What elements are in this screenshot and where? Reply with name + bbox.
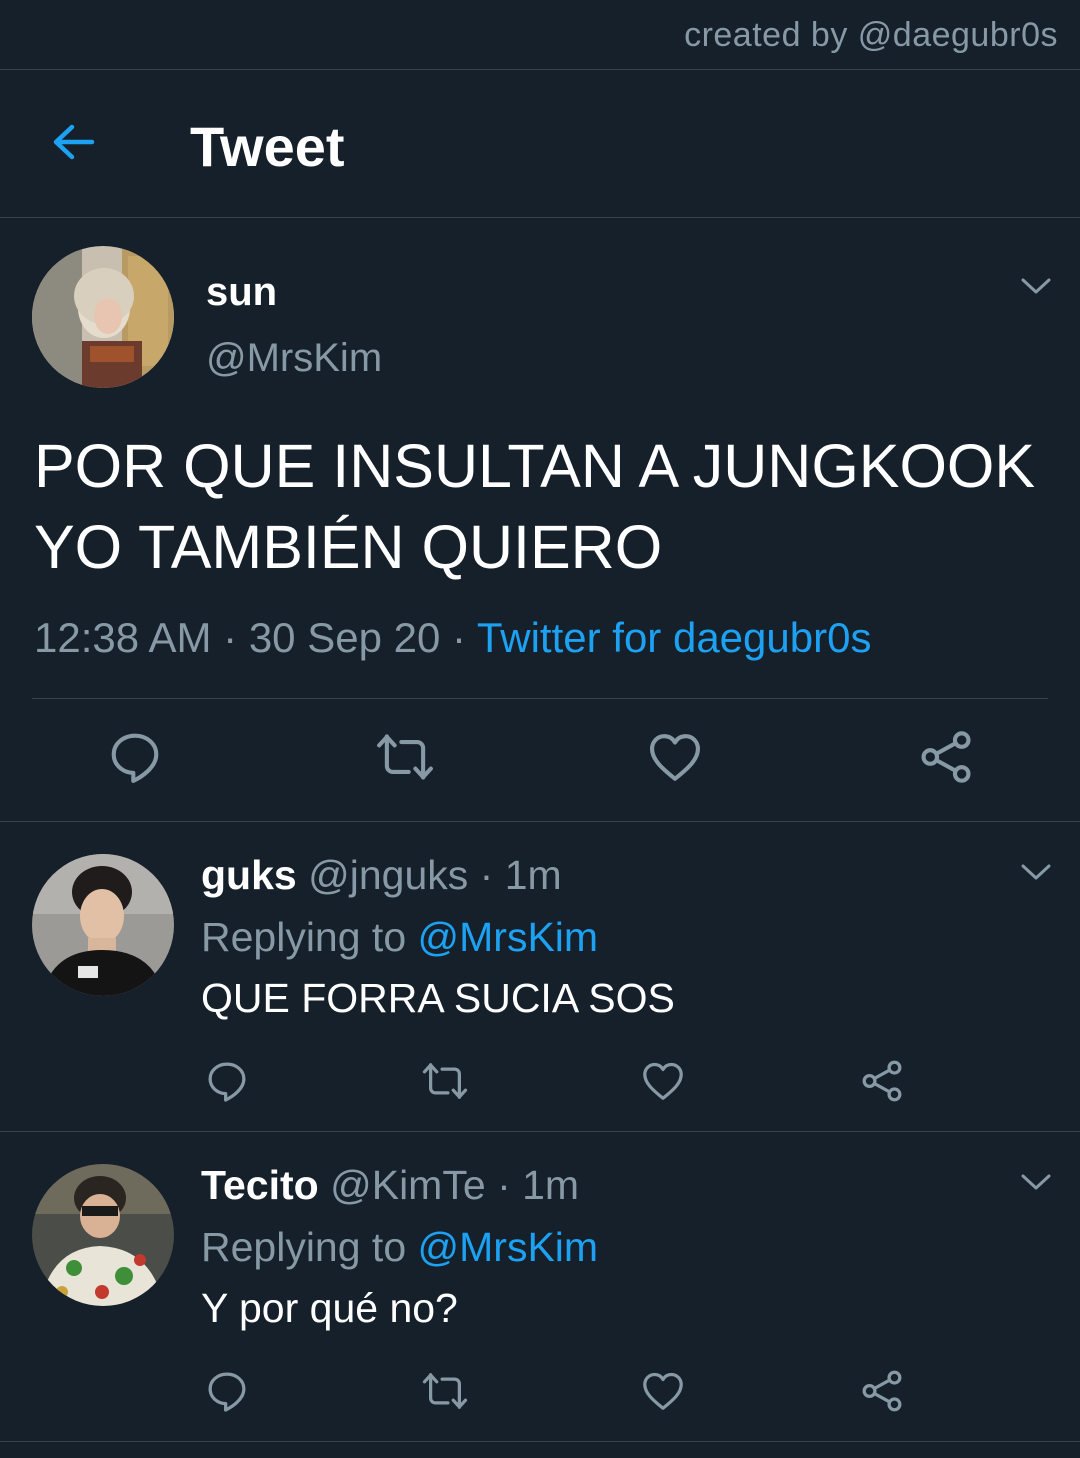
top-bar: Tweet xyxy=(0,70,1080,217)
divider xyxy=(0,1441,1080,1442)
display-name[interactable]: Tecito xyxy=(201,1162,319,1208)
reply-icon[interactable] xyxy=(204,1058,250,1104)
reply-time: 1m xyxy=(522,1162,580,1208)
retweet-icon[interactable] xyxy=(420,1368,470,1414)
reply-text: QUE FORRA SUCIA SOS xyxy=(201,975,675,1021)
share-icon[interactable] xyxy=(859,1368,905,1414)
reply-icon[interactable] xyxy=(204,1368,250,1414)
mention-link[interactable]: @MrsKim xyxy=(418,914,599,960)
tweet-date: 30 Sep 20 xyxy=(248,614,441,661)
replying-to: Replying to @MrsKim xyxy=(201,1224,598,1271)
tweet-source-link[interactable]: Twitter for daegubr0s xyxy=(477,614,872,661)
separator: · xyxy=(479,852,494,898)
arrow-left-icon[interactable] xyxy=(48,116,100,168)
replying-to: Replying to @MrsKim xyxy=(201,914,598,961)
chevron-down-icon[interactable] xyxy=(1019,860,1053,884)
tweet-time: 12:38 AM xyxy=(34,614,212,661)
like-icon[interactable] xyxy=(640,1058,686,1104)
display-name[interactable]: guks xyxy=(201,852,297,898)
chevron-down-icon[interactable] xyxy=(1019,1170,1053,1194)
username[interactable]: @jnguks xyxy=(308,852,468,898)
username[interactable]: @KimTe xyxy=(330,1162,486,1208)
reply-icon[interactable] xyxy=(106,728,164,786)
retweet-icon[interactable] xyxy=(374,728,436,786)
reply-tweet[interactable]: Tecito @KimTe · 1m Replying to @MrsKim Y… xyxy=(0,1132,1080,1442)
display-name[interactable]: sun xyxy=(206,270,277,315)
replying-label: Replying to xyxy=(201,914,407,960)
mention-link[interactable]: @MrsKim xyxy=(418,1224,599,1270)
share-icon[interactable] xyxy=(859,1058,905,1104)
reply-text: Y por qué no? xyxy=(201,1285,458,1331)
avatar[interactable] xyxy=(32,854,174,996)
retweet-icon[interactable] xyxy=(420,1058,470,1104)
main-tweet: sun @MrsKim POR QUE INSULTAN A JUNGKOOK … xyxy=(0,218,1080,821)
reply-header: Tecito @KimTe · 1m xyxy=(201,1162,579,1209)
avatar[interactable] xyxy=(32,1164,174,1306)
creator-credit: created by @daegubr0s xyxy=(684,16,1058,54)
divider xyxy=(32,698,1048,699)
separator: · xyxy=(497,1162,511,1208)
username[interactable]: @MrsKim xyxy=(206,336,382,381)
tweet-text: POR QUE INSULTAN A JUNGKOOK YO TAMBIÉN Q… xyxy=(34,432,1036,581)
separator: · xyxy=(452,614,466,661)
like-icon[interactable] xyxy=(646,728,704,786)
reply-tweet[interactable]: guks @jnguks · 1m Replying to @MrsKim QU… xyxy=(0,822,1080,1132)
like-icon[interactable] xyxy=(640,1368,686,1414)
avatar[interactable] xyxy=(32,246,174,388)
separator: · xyxy=(223,614,238,661)
reply-header: guks @jnguks · 1m xyxy=(201,852,562,899)
replying-label: Replying to xyxy=(201,1224,407,1270)
page-title: Tweet xyxy=(190,115,345,178)
chevron-down-icon[interactable] xyxy=(1019,274,1053,298)
share-icon[interactable] xyxy=(917,728,975,786)
reply-time: 1m xyxy=(504,852,562,898)
tweet-meta: 12:38 AM · 30 Sep 20 · Twitter for daegu… xyxy=(34,614,871,662)
